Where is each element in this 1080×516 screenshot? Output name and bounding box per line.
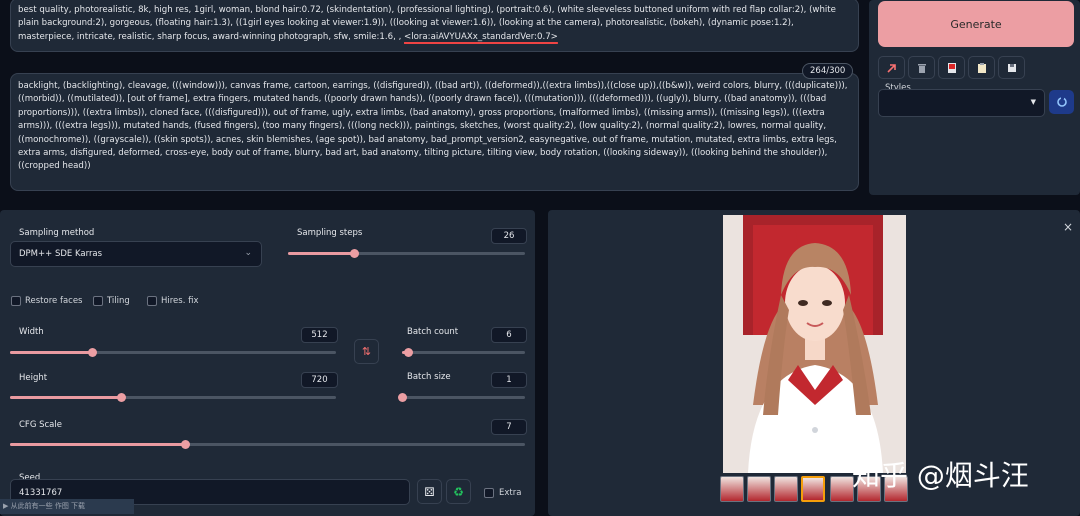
extra-networks-button[interactable] — [938, 56, 965, 79]
height-label: Height — [19, 373, 48, 383]
positive-prompt-textarea[interactable]: best quality, photorealistic, 8k, high r… — [10, 0, 859, 52]
tiling-label: Tiling — [107, 296, 130, 306]
batch-count-label: Batch count — [407, 327, 459, 337]
extra-checkbox[interactable] — [484, 488, 494, 498]
gallery-thumbnail[interactable] — [747, 476, 771, 502]
random-seed-button[interactable]: ⚄ — [417, 479, 442, 504]
lora-tag: <lora:aiAVYUAXx_standardVer:0.7> — [404, 31, 558, 42]
close-icon[interactable]: × — [1063, 220, 1073, 234]
cfg-scale-label: CFG Scale — [19, 420, 62, 430]
dice-icon: ⚄ — [424, 484, 435, 499]
card-icon — [947, 62, 956, 73]
cfg-scale-input[interactable]: 7 — [491, 419, 527, 435]
slider-handle[interactable] — [87, 348, 97, 357]
batch-count-input[interactable]: 6 — [491, 327, 527, 343]
recycle-icon: ♻ — [453, 484, 464, 499]
sampling-steps-label: Sampling steps — [297, 228, 363, 238]
gallery-thumbnail[interactable] — [830, 476, 854, 502]
negative-prompt-textarea[interactable]: backlight, (backlighting), cleavage, (((… — [10, 73, 859, 191]
slider-fill — [10, 351, 92, 354]
restore-faces-checkbox[interactable] — [11, 296, 21, 306]
negative-prompt-text: backlight, (backlighting), cleavage, (((… — [18, 81, 848, 172]
status-bar: ▶ 从此前有一些 作图 下载 — [0, 499, 134, 514]
slider-handle[interactable] — [116, 393, 126, 402]
hires-fix-label: Hires. fix — [161, 296, 199, 306]
width-slider[interactable] — [10, 348, 336, 357]
sampling-method-label: Sampling method — [19, 228, 95, 238]
tiling-checkbox[interactable] — [93, 296, 103, 306]
styles-dropdown[interactable]: ▼ — [878, 89, 1045, 117]
batch-count-slider[interactable] — [402, 348, 525, 357]
sampling-steps-input[interactable]: 26 — [491, 228, 527, 244]
gallery-thumbnail[interactable] — [720, 476, 744, 502]
refresh-styles-button[interactable] — [1049, 90, 1074, 114]
batch-size-label: Batch size — [407, 372, 451, 382]
clear-button[interactable] — [908, 56, 935, 79]
batch-size-slider[interactable] — [398, 393, 525, 402]
slider-fill — [10, 396, 121, 399]
sampling-steps-slider[interactable] — [288, 249, 525, 258]
chevron-down-icon: ▼ — [1030, 98, 1036, 106]
swap-dimensions-button[interactable]: ⇅ — [354, 339, 379, 364]
generate-button[interactable]: Generate — [878, 1, 1074, 47]
watermark: 知乎 @烟斗汪 — [852, 459, 1029, 492]
trash-icon — [917, 63, 926, 73]
gallery-thumbnail-selected[interactable] — [801, 476, 825, 502]
read-params-button[interactable] — [968, 56, 995, 79]
floppy-icon — [1007, 63, 1016, 72]
cfg-scale-slider[interactable] — [10, 440, 525, 449]
seed-value: 41331767 — [19, 488, 63, 498]
reuse-seed-button[interactable]: ♻ — [446, 479, 471, 504]
sampling-method-value: DPM++ SDE Karras — [19, 249, 103, 259]
chevron-down-icon: ⌄ — [244, 248, 252, 258]
height-slider[interactable] — [10, 393, 336, 402]
slider-fill — [10, 443, 186, 446]
slider-fill — [288, 252, 355, 255]
save-style-button[interactable] — [998, 56, 1025, 79]
clipboard-icon — [977, 62, 986, 73]
arrow-icon — [886, 63, 896, 73]
generated-image[interactable] — [723, 215, 906, 473]
negative-token-counter: 264/300 — [802, 63, 854, 79]
sampling-method-select[interactable]: DPM++ SDE Karras ⌄ — [10, 241, 262, 267]
restore-faces-label: Restore faces — [25, 296, 83, 306]
hires-fix-checkbox[interactable] — [147, 296, 157, 306]
gallery-thumbnail[interactable] — [774, 476, 798, 502]
slider-handle[interactable] — [398, 393, 407, 402]
swap-arrows-icon: ⇅ — [361, 345, 372, 358]
batch-size-input[interactable]: 1 — [491, 372, 527, 388]
height-input[interactable]: 720 — [301, 372, 338, 388]
paste-button[interactable] — [878, 56, 905, 79]
portrait-illustration — [743, 215, 883, 473]
extra-label: Extra — [499, 488, 522, 498]
width-label: Width — [19, 327, 44, 337]
width-input[interactable]: 512 — [301, 327, 338, 343]
refresh-icon — [1056, 97, 1067, 107]
